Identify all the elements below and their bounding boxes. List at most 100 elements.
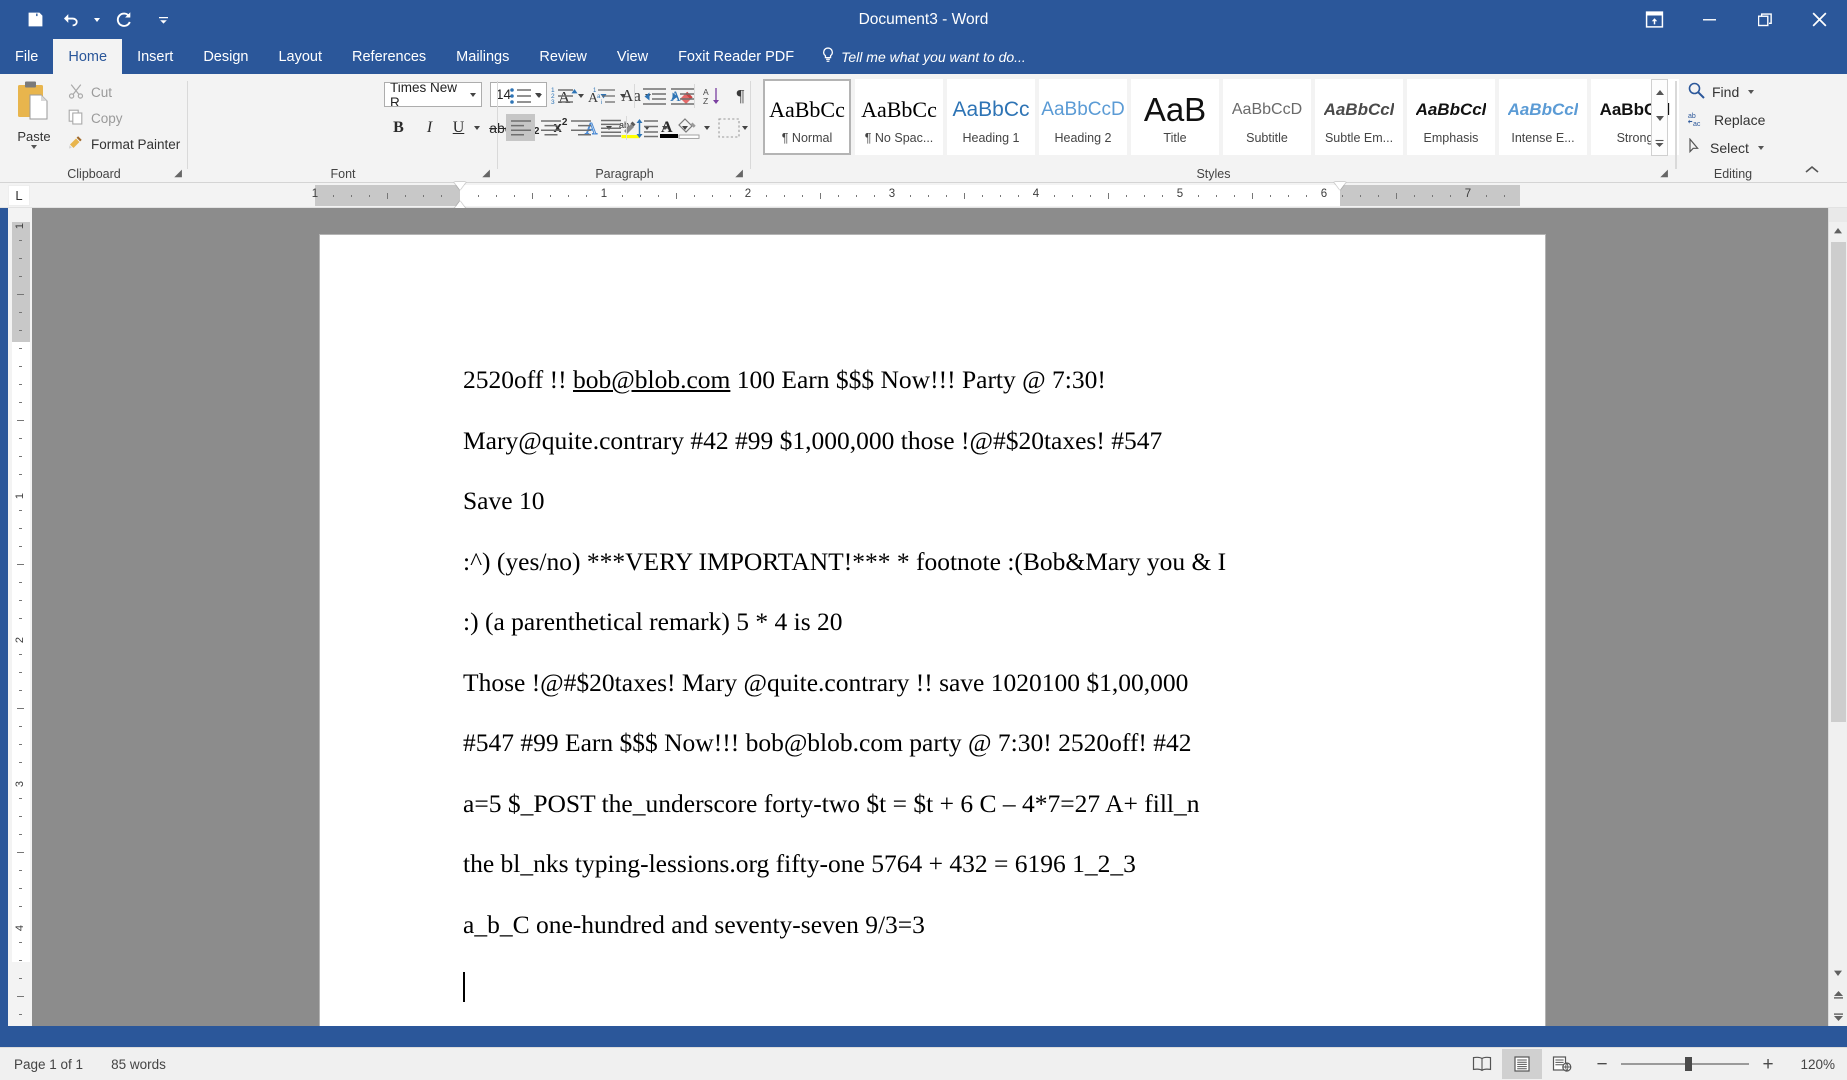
- style-subtitle[interactable]: AaBbCcD Subtitle: [1223, 79, 1311, 155]
- paragraph[interactable]: a_b_C one-hundred and seventy-seven 9/3=…: [463, 912, 1485, 938]
- paragraph[interactable]: Save 10: [463, 488, 1485, 514]
- style-emphasis[interactable]: AaBbCcl Emphasis: [1407, 79, 1495, 155]
- justify-icon[interactable]: [596, 114, 625, 141]
- previous-page-icon[interactable]: [1829, 986, 1847, 1004]
- zoom-in-button[interactable]: +: [1758, 1055, 1778, 1074]
- paragraph-empty-with-caret[interactable]: [463, 972, 1485, 1002]
- paragraph[interactable]: a=5 $_POST the_underscore forty-two $t =…: [463, 791, 1485, 817]
- vertical-ruler[interactable]: 1 1 2 3 4: [8, 208, 32, 1026]
- find-dropdown-icon[interactable]: [1748, 90, 1754, 94]
- paragraph[interactable]: Mary@quite.contrary #42 #99 $1,000,000 t…: [463, 428, 1485, 454]
- paragraph[interactable]: #547 #99 Earn $$$ Now!!! bob@blob.com pa…: [463, 730, 1485, 756]
- select-dropdown-icon[interactable]: [1758, 146, 1764, 150]
- close-button[interactable]: [1792, 0, 1847, 39]
- style-heading-2[interactable]: AaBbCcD Heading 2: [1039, 79, 1127, 155]
- italic-icon[interactable]: I: [415, 114, 444, 141]
- style-title[interactable]: AaB Title: [1131, 79, 1219, 155]
- zoom-slider-thumb[interactable]: [1685, 1057, 1692, 1071]
- paste-button[interactable]: Paste: [8, 79, 60, 171]
- shading-dropdown-icon[interactable]: [700, 114, 714, 141]
- decrease-indent-icon[interactable]: [640, 82, 669, 109]
- style-no-spacing[interactable]: AaBbCc ¶ No Spac...: [855, 79, 943, 155]
- select-button[interactable]: Select: [1688, 135, 1764, 161]
- document-text-body[interactable]: 2520off !! bob@blob.com 100 Earn $$$ Now…: [463, 367, 1485, 1026]
- first-line-indent-marker[interactable]: [454, 182, 466, 190]
- scroll-down-icon[interactable]: [1829, 964, 1847, 982]
- paragraph[interactable]: :) (a parenthetical remark) 5 * 4 is 20: [463, 609, 1485, 635]
- document-canvas[interactable]: 2520off !! bob@blob.com 100 Earn $$$ Now…: [32, 208, 1847, 1026]
- multilevel-list-dropdown-icon[interactable]: [616, 82, 630, 109]
- underline-dropdown-icon[interactable]: [470, 114, 484, 141]
- tab-insert[interactable]: Insert: [122, 39, 188, 74]
- paragraph[interactable]: the bl_nks typing-lessions.org fifty-one…: [463, 851, 1485, 877]
- tab-stop-selector[interactable]: L: [8, 185, 30, 206]
- line-spacing-dropdown-icon[interactable]: [658, 114, 672, 141]
- tell-me-search[interactable]: Tell me what you want to do...: [809, 39, 1038, 74]
- tab-foxit-reader-pdf[interactable]: Foxit Reader PDF: [663, 39, 809, 74]
- style-subtle-emphasis[interactable]: AaBbCcl Subtle Em...: [1315, 79, 1403, 155]
- print-layout-icon[interactable]: [1502, 1049, 1542, 1079]
- tab-design[interactable]: Design: [188, 39, 263, 74]
- replace-button[interactable]: abac Replace: [1688, 107, 1765, 133]
- tab-review[interactable]: Review: [524, 39, 602, 74]
- font-dialog-launcher[interactable]: ◢: [482, 168, 490, 179]
- find-button[interactable]: Find: [1688, 79, 1754, 105]
- copy-button[interactable]: Copy: [64, 106, 123, 131]
- font-name-combo[interactable]: Times New R: [384, 82, 482, 107]
- align-center-icon[interactable]: [536, 114, 565, 141]
- clipboard-dialog-launcher[interactable]: ◢: [174, 168, 182, 179]
- sort-icon[interactable]: AZ: [698, 82, 727, 109]
- vertical-scrollbar[interactable]: [1828, 208, 1847, 1026]
- tab-references[interactable]: References: [337, 39, 441, 74]
- paragraph[interactable]: Those !@#$20taxes! Mary @quite.contrary …: [463, 670, 1485, 696]
- line-spacing-icon[interactable]: [632, 114, 661, 141]
- email-hyperlink[interactable]: bob@blob.com: [573, 365, 730, 394]
- numbering-icon[interactable]: 123: [548, 82, 577, 109]
- font-name-dropdown-icon[interactable]: [467, 93, 479, 97]
- tab-view[interactable]: View: [602, 39, 663, 74]
- restore-button[interactable]: [1737, 0, 1792, 39]
- document-page[interactable]: 2520off !! bob@blob.com 100 Earn $$$ Now…: [320, 235, 1545, 1026]
- next-page-icon[interactable]: [1829, 1008, 1847, 1026]
- zoom-level[interactable]: 120%: [1787, 1057, 1835, 1072]
- page-indicator[interactable]: Page 1 of 1: [0, 1057, 97, 1072]
- scrollbar-thumb[interactable]: [1831, 242, 1846, 722]
- bullets-dropdown-icon[interactable]: [532, 82, 546, 109]
- style-intense-emphasis[interactable]: AaBbCcl Intense E...: [1499, 79, 1587, 155]
- collapse-ribbon-icon[interactable]: [1804, 163, 1820, 181]
- zoom-slider[interactable]: [1621, 1057, 1749, 1071]
- tab-mailings[interactable]: Mailings: [441, 39, 524, 74]
- right-indent-marker[interactable]: [1334, 182, 1346, 190]
- increase-indent-icon[interactable]: [668, 82, 697, 109]
- zoom-out-button[interactable]: −: [1592, 1055, 1612, 1074]
- paste-dropdown-icon[interactable]: [31, 145, 37, 149]
- style-heading-1[interactable]: AaBbCc Heading 1: [947, 79, 1035, 155]
- style-normal[interactable]: AaBbCc ¶ Normal: [763, 79, 851, 155]
- numbering-dropdown-icon[interactable]: [574, 82, 588, 109]
- underline-icon[interactable]: U: [444, 114, 473, 141]
- shading-icon[interactable]: [674, 114, 703, 141]
- horizontal-ruler[interactable]: L 1 1 2 3: [0, 183, 1847, 208]
- multilevel-list-icon[interactable]: 1ai: [590, 82, 619, 109]
- styles-scroll-up-icon[interactable]: [1652, 80, 1667, 105]
- format-painter-button[interactable]: Format Painter: [64, 132, 180, 157]
- scroll-up-icon[interactable]: [1829, 222, 1847, 240]
- bold-icon[interactable]: B: [384, 114, 413, 141]
- paragraph-dialog-launcher[interactable]: ◢: [735, 168, 743, 179]
- paragraph[interactable]: :^) (yes/no) ***VERY IMPORTANT!*** * foo…: [463, 549, 1485, 575]
- align-left-icon[interactable]: [506, 114, 535, 141]
- tab-file[interactable]: File: [0, 39, 53, 74]
- cut-button[interactable]: Cut: [64, 80, 112, 105]
- bullets-icon[interactable]: [506, 82, 535, 109]
- tab-layout[interactable]: Layout: [263, 39, 337, 74]
- ribbon-display-options-icon[interactable]: [1626, 0, 1682, 39]
- styles-more-icon[interactable]: [1652, 130, 1667, 155]
- tab-home[interactable]: Home: [53, 39, 122, 74]
- web-layout-icon[interactable]: [1542, 1049, 1582, 1079]
- word-count[interactable]: 85 words: [97, 1057, 180, 1072]
- styles-scroll-down-icon[interactable]: [1652, 105, 1667, 130]
- split-window-handle[interactable]: [1829, 208, 1847, 222]
- align-right-icon[interactable]: [566, 114, 595, 141]
- paragraph[interactable]: 2520off !! bob@blob.com 100 Earn $$$ Now…: [463, 367, 1485, 393]
- styles-dialog-launcher[interactable]: ◢: [1660, 168, 1668, 179]
